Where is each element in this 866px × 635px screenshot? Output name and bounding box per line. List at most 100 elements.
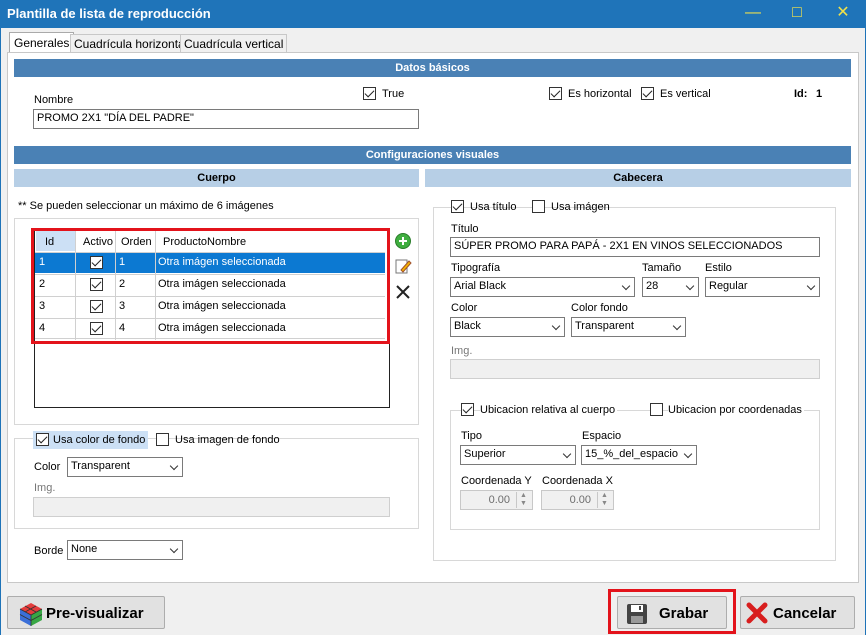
id-value: 1 <box>816 88 823 100</box>
stepper-arrows-icon: ▲ ▼ <box>597 492 611 508</box>
bg-image-checkbox[interactable] <box>156 433 169 446</box>
relative-position-label: Ubicacion relativa al cuerpo <box>480 404 618 416</box>
coord-y-stepper: 0.00 ▲ ▼ <box>460 490 533 510</box>
title-input[interactable]: SÚPER PROMO PARA PAPÁ - 2X1 EN VINOS SEL… <box>450 237 820 257</box>
type-select[interactable]: Superior <box>460 445 576 465</box>
preview-label: Pre-visualizar <box>46 605 144 622</box>
chevron-down-icon <box>806 281 816 291</box>
chevron-down-icon <box>685 281 695 291</box>
coord-x-label: Coordenada X <box>542 475 613 487</box>
head-bgcolor-label: Color fondo <box>571 302 628 314</box>
border-select[interactable]: None <box>67 540 183 560</box>
head-color-label: Color <box>451 302 478 314</box>
use-title-label: Usa título <box>470 201 517 213</box>
head-header: Cabecera <box>425 169 851 187</box>
delete-row-button[interactable] <box>394 283 412 301</box>
use-title-checkbox[interactable] <box>451 200 464 213</box>
tab-cuadricula-horizontal[interactable]: Cuadrícula horizontal <box>70 34 192 52</box>
chevron-down-icon <box>169 544 179 554</box>
vertical-label: Es vertical <box>660 88 711 100</box>
body-color-label: Color <box>34 461 61 473</box>
font-value: Arial Black <box>454 280 506 292</box>
space-select[interactable]: 15_%_del_espacio <box>581 445 697 465</box>
head-bgcolor-select[interactable]: Transparent <box>571 317 686 337</box>
cancel-button[interactable]: Cancelar <box>740 596 855 629</box>
space-value: 15_%_del_espacio <box>585 448 678 460</box>
coord-y-value: 0.00 <box>488 494 510 506</box>
relative-position-checkbox[interactable] <box>461 403 474 416</box>
size-value: 28 <box>646 280 659 292</box>
position-group <box>450 410 820 530</box>
body-img-label: Img. <box>34 482 56 494</box>
tab-generales[interactable]: Generales <box>9 32 75 53</box>
body-color-value: Transparent <box>71 460 130 472</box>
border-label: Borde <box>34 545 64 557</box>
max-images-note: ** Se pueden seleccionar un máximo de 6 … <box>18 200 274 212</box>
basic-data-header: Datos básicos <box>14 59 851 77</box>
title-bar: Plantilla de lista de reproducción — □ ✕ <box>0 0 866 28</box>
minimize-icon[interactable]: — <box>740 2 766 24</box>
space-label: Espacio <box>582 430 622 442</box>
add-icon <box>395 233 411 249</box>
cancel-label: Cancelar <box>773 605 837 622</box>
coord-position-label: Ubicacion por coordenadas <box>668 404 804 416</box>
chevron-down-icon <box>621 281 631 291</box>
visual-config-header: Configuraciones visuales <box>14 146 851 164</box>
body-color-select[interactable]: Transparent <box>67 457 183 477</box>
coord-x-stepper: 0.00 ▲ ▼ <box>541 490 614 510</box>
preview-button[interactable]: Pre-visualizar <box>7 596 165 629</box>
bg-color-checkbox[interactable] <box>36 433 49 446</box>
window-title: Plantilla de lista de reproducción <box>7 6 211 21</box>
use-image-checkbox[interactable] <box>532 200 545 213</box>
close-icon[interactable]: ✕ <box>830 2 856 24</box>
maximize-icon[interactable]: □ <box>784 2 810 24</box>
save-highlight-box <box>608 589 736 634</box>
coord-y-label: Coordenada Y <box>461 475 532 487</box>
chevron-down-icon <box>672 321 682 331</box>
bg-color-label: Usa color de fondo <box>53 434 146 446</box>
font-select[interactable]: Arial Black <box>450 277 635 297</box>
cube-icon <box>19 603 43 626</box>
delete-icon <box>396 285 410 299</box>
rows-highlight-box <box>31 228 390 344</box>
true-label: True <box>382 88 405 100</box>
name-label: Nombre <box>34 94 74 106</box>
style-value: Regular <box>709 280 748 292</box>
head-color-value: Black <box>454 320 481 332</box>
body-img-field <box>33 497 390 517</box>
coord-position-checkbox[interactable] <box>650 403 663 416</box>
id-label: Id: <box>794 88 808 100</box>
body-header: Cuerpo <box>14 169 419 187</box>
title-label: Título <box>451 223 479 235</box>
tab-cuadricula-vertical[interactable]: Cuadrícula vertical <box>180 34 288 52</box>
head-img-field <box>450 359 820 379</box>
style-label: Estilo <box>705 262 732 274</box>
cancel-x-icon <box>746 602 768 624</box>
type-label: Tipo <box>461 430 482 442</box>
font-label: Tipografía <box>451 262 501 274</box>
coord-x-value: 0.00 <box>569 494 591 506</box>
head-bgcolor-value: Transparent <box>575 320 634 332</box>
add-row-button[interactable] <box>394 232 412 250</box>
size-select[interactable]: 28 <box>642 277 699 297</box>
use-image-label: Usa imágen <box>551 201 610 213</box>
style-select[interactable]: Regular <box>705 277 820 297</box>
vertical-checkbox[interactable] <box>641 87 654 100</box>
edit-row-button[interactable] <box>394 257 412 275</box>
chevron-down-icon <box>169 461 179 471</box>
chevron-down-icon <box>683 449 693 459</box>
name-input[interactable]: PROMO 2X1 "DÍA DEL PADRE" <box>33 109 419 129</box>
edit-icon <box>395 259 412 274</box>
bg-image-label: Usa imagen de fondo <box>175 434 280 446</box>
head-img-label: Img. <box>451 345 473 357</box>
true-checkbox[interactable] <box>363 87 376 100</box>
head-color-select[interactable]: Black <box>450 317 565 337</box>
type-value: Superior <box>464 448 506 460</box>
horizontal-label: Es horizontal <box>568 88 632 100</box>
horizontal-checkbox[interactable] <box>549 87 562 100</box>
size-label: Tamaño <box>642 262 682 274</box>
chevron-down-icon <box>551 321 561 331</box>
chevron-down-icon <box>562 449 572 459</box>
border-value: None <box>71 543 98 555</box>
stepper-arrows-icon: ▲ ▼ <box>516 492 530 508</box>
